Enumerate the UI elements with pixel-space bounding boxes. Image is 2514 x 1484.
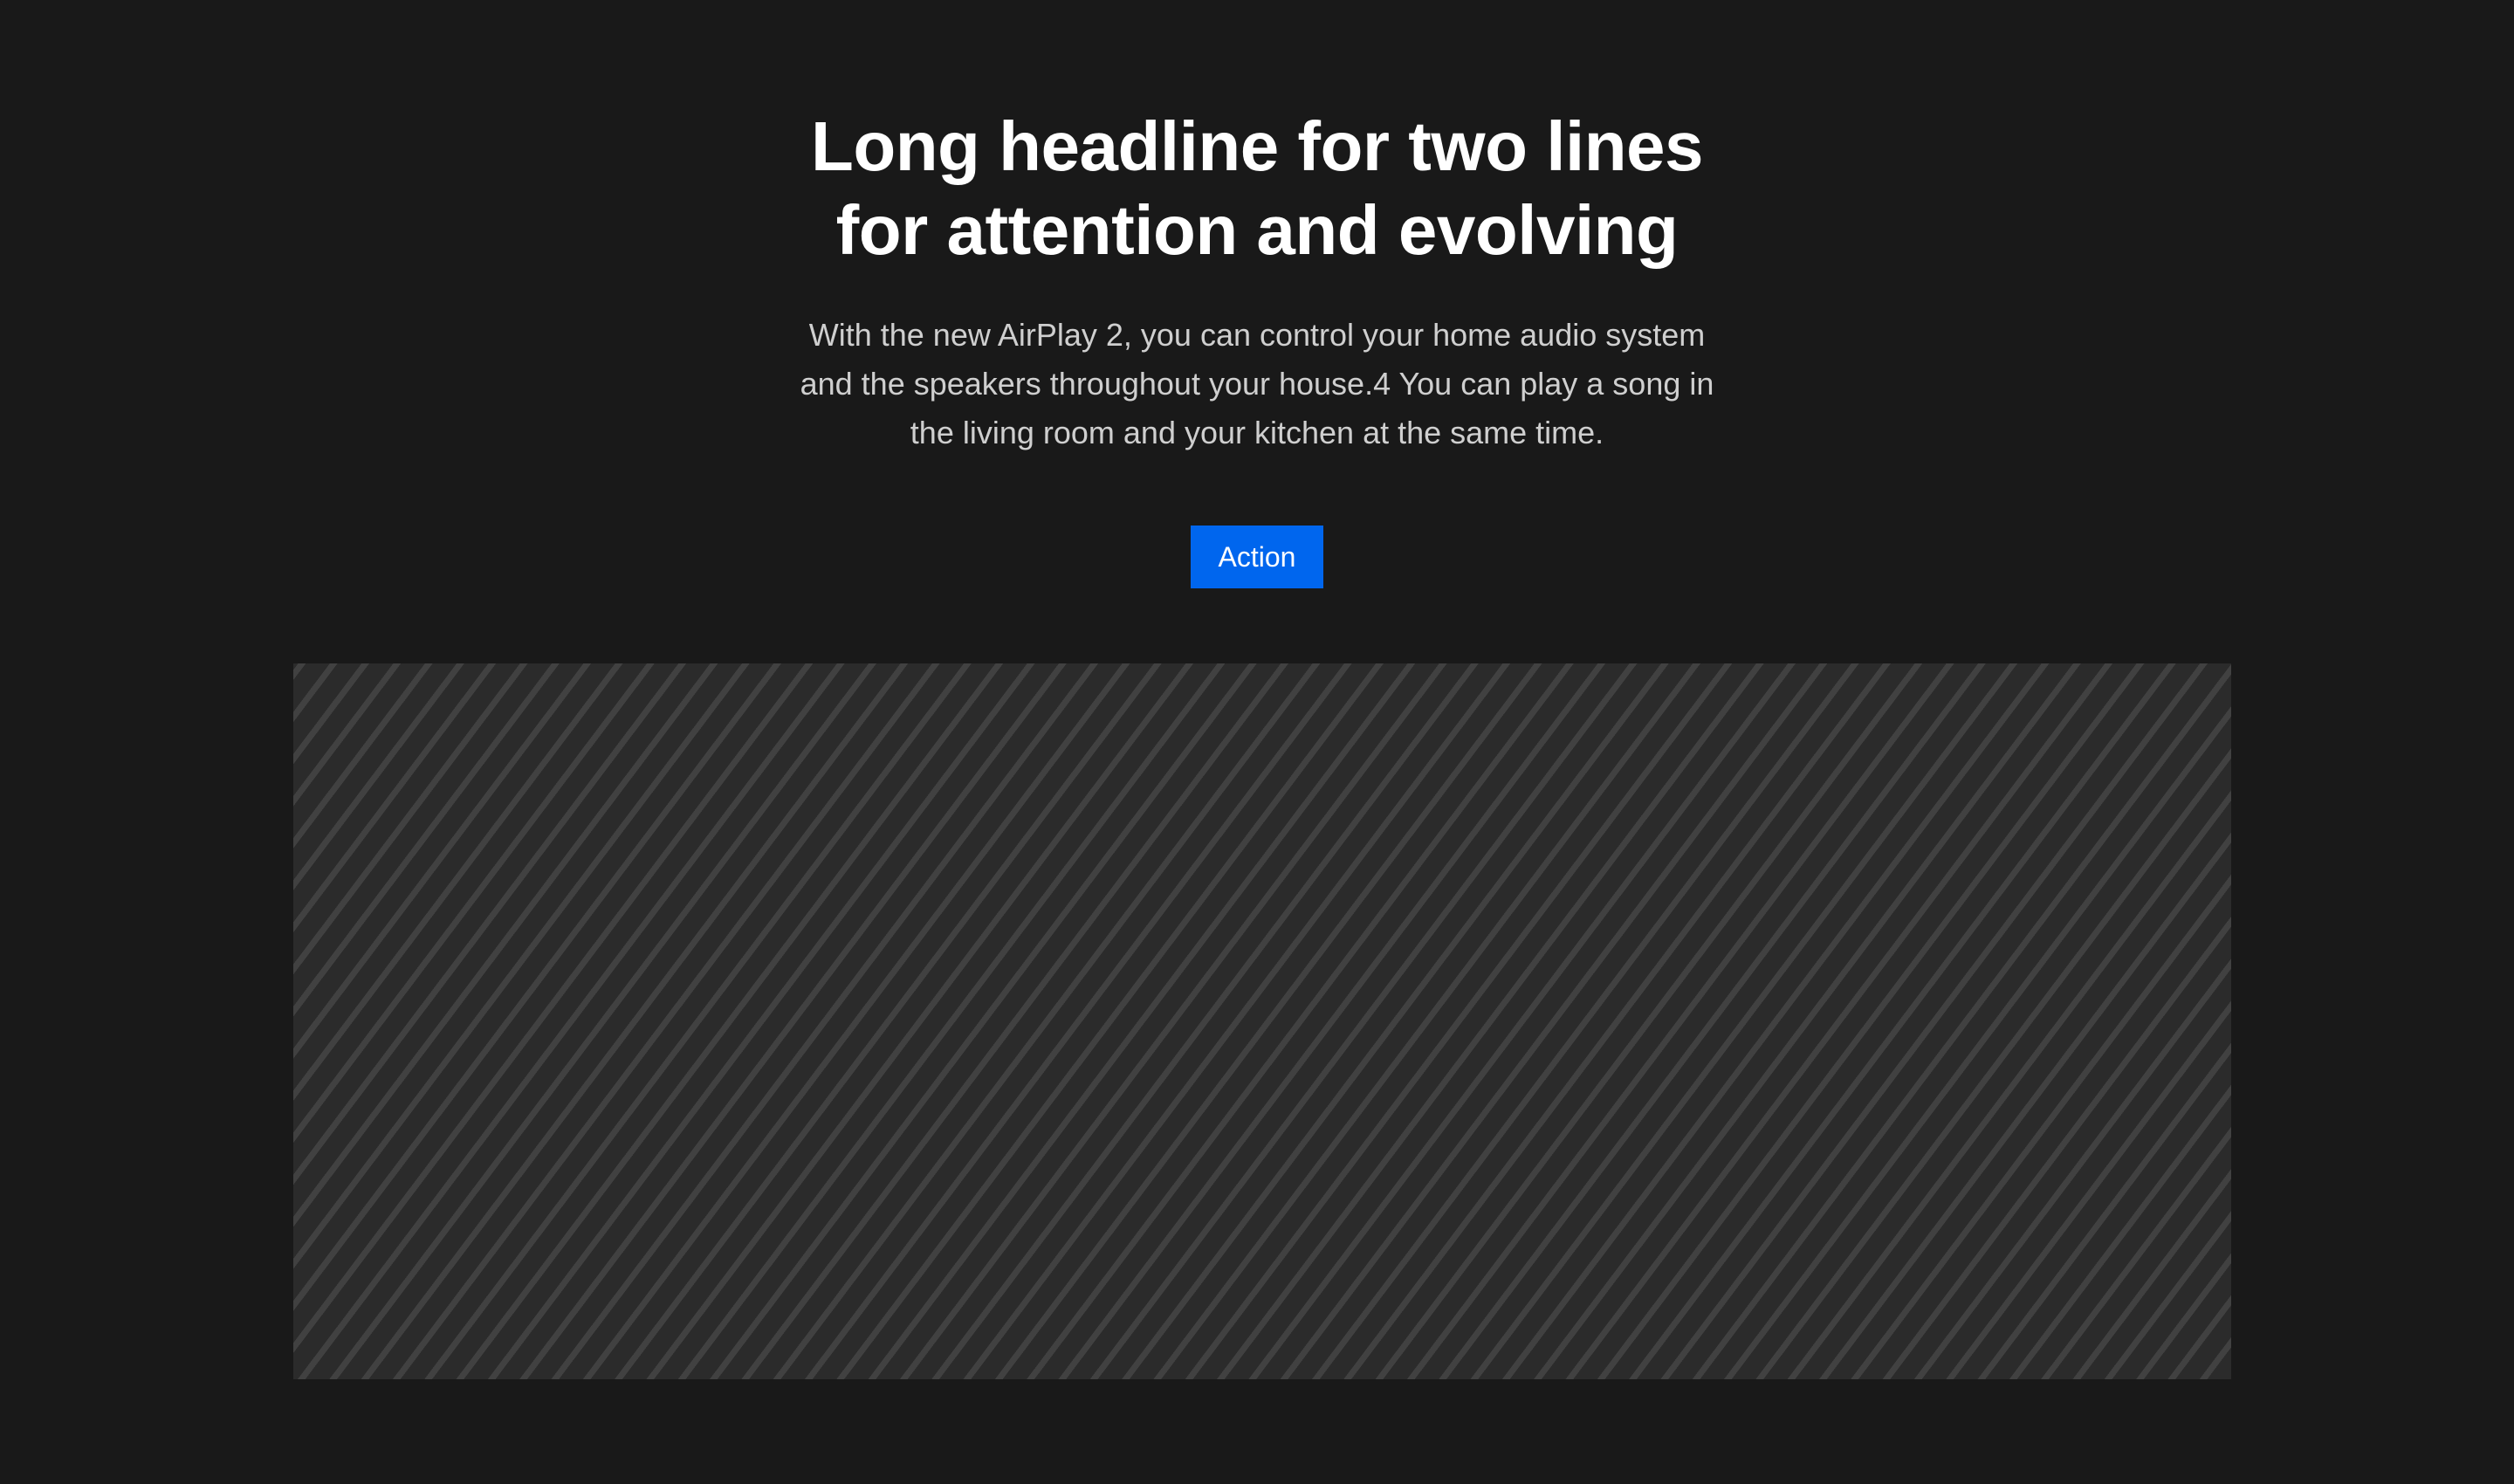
hero-section: Long headline for two lines for attentio… — [0, 0, 2514, 588]
headline: Long headline for two lines for attentio… — [690, 105, 1824, 272]
media-placeholder — [293, 663, 2231, 1379]
body-copy: With the new AirPlay 2, you can control … — [777, 311, 1737, 457]
action-button[interactable]: Action — [1190, 526, 1324, 588]
body-line: and the speakers throughout your house.4… — [800, 366, 1714, 402]
page: Long headline for two lines for attentio… — [0, 0, 2514, 1484]
headline-line: for attention and evolving — [835, 191, 1679, 269]
body-line: the living room and your kitchen at the … — [910, 415, 1604, 450]
headline-line: Long headline for two lines — [810, 107, 1704, 185]
body-line: With the new AirPlay 2, you can control … — [808, 317, 1706, 353]
